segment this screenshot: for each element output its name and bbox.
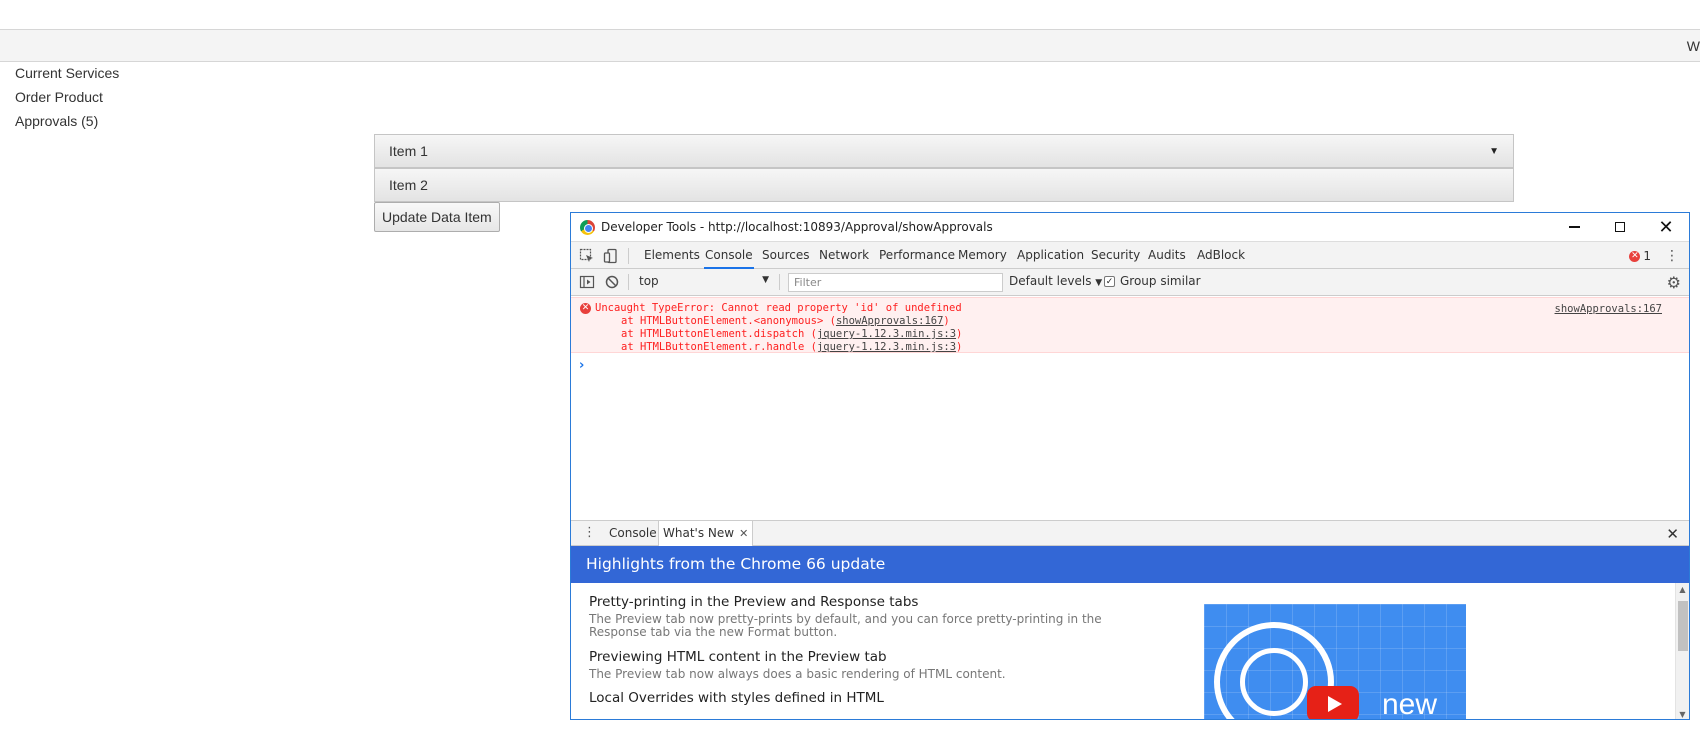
close-window-button[interactable]: ✕ xyxy=(1643,213,1689,241)
feature-item[interactable]: Pretty-printing in the Preview and Respo… xyxy=(589,594,1149,639)
stack-frame-text: at HTMLButtonElement.<anonymous> ( xyxy=(621,315,836,327)
tab-elements[interactable]: Elements xyxy=(643,242,701,269)
chevron-down-icon: ▼ xyxy=(1095,278,1103,288)
inspect-element-icon[interactable] xyxy=(579,248,595,264)
stack-frame-suffix: ) xyxy=(956,328,963,340)
toolbar-divider xyxy=(779,274,780,290)
stack-frame-suffix: ) xyxy=(943,315,950,327)
tab-application[interactable]: Application xyxy=(1016,242,1085,269)
context-selector[interactable]: top ▼ xyxy=(639,274,769,291)
context-value: top xyxy=(639,274,659,288)
group-similar-toggle[interactable]: ✓ Group similar xyxy=(1104,274,1201,288)
error-source-link[interactable]: showApprovals:167 xyxy=(1555,303,1662,315)
error-counter[interactable]: ✕ 1 xyxy=(1629,249,1651,263)
top-navbar: W xyxy=(0,29,1700,62)
nav-link-approvals[interactable]: Approvals (5) xyxy=(15,113,98,129)
group-similar-label: Group similar xyxy=(1120,274,1201,288)
chrome-logo-icon xyxy=(580,220,595,235)
video-thumbnail[interactable]: new xyxy=(1204,604,1466,720)
stack-frame: at HTMLButtonElement.r.handle (jquery-1.… xyxy=(621,341,962,354)
maximize-icon xyxy=(1615,222,1625,232)
whats-new-banner: Highlights from the Chrome 66 update xyxy=(571,546,1689,583)
device-toolbar-icon[interactable] xyxy=(603,248,619,264)
tab-memory[interactable]: Memory xyxy=(957,242,1008,269)
error-icon: ✕ xyxy=(580,303,591,314)
dropdown-arrow-icon: ▼ xyxy=(1489,145,1499,157)
drawer-tab-bar: ⋮ Console What's New ✕ ✕ xyxy=(571,520,1689,546)
chrome-ring-graphic xyxy=(1240,648,1308,716)
tab-sources[interactable]: Sources xyxy=(761,242,810,269)
drawer-menu-icon[interactable]: ⋮ xyxy=(583,525,596,540)
accordion-item-label: Item 2 xyxy=(389,177,428,193)
nav-link-current-services[interactable]: Current Services xyxy=(15,65,119,81)
clear-console-icon[interactable] xyxy=(604,274,620,290)
error-count: 1 xyxy=(1643,249,1651,263)
scrollbar-thumb[interactable] xyxy=(1678,601,1688,651)
feature-item[interactable]: Previewing HTML content in the Preview t… xyxy=(589,649,1149,681)
error-text: Uncaught TypeError: Cannot read property… xyxy=(595,302,962,314)
console-prompt-icon[interactable]: › xyxy=(579,358,584,373)
play-button-icon[interactable] xyxy=(1307,686,1359,719)
feature-title: Previewing HTML content in the Preview t… xyxy=(589,649,887,665)
stack-frame: at HTMLButtonElement.<anonymous> (showAp… xyxy=(621,315,950,328)
window-title: Developer Tools - http://localhost:10893… xyxy=(601,220,993,234)
stack-frame-link[interactable]: showApprovals:167 xyxy=(836,315,943,327)
drawer-tab-console[interactable]: Console xyxy=(605,521,661,546)
gear-icon[interactable]: ⚙ xyxy=(1667,273,1681,292)
stack-frame-suffix: ) xyxy=(956,341,963,353)
devtools-titlebar[interactable]: Developer Tools - http://localhost:10893… xyxy=(571,213,1689,241)
stack-frame-text: at HTMLButtonElement.r.handle ( xyxy=(621,341,817,353)
chevron-down-icon: ▼ xyxy=(762,275,769,285)
devtools-tab-bar: Elements Console Sources Network Perform… xyxy=(571,241,1689,269)
tab-audits[interactable]: Audits xyxy=(1147,242,1187,269)
minimize-icon xyxy=(1568,226,1580,228)
stack-frame-link[interactable]: jquery-1.12.3.min.js:3 xyxy=(817,341,956,353)
feature-title: Local Overrides with styles defined in H… xyxy=(589,690,884,706)
toolbar-divider xyxy=(628,248,629,264)
feature-title: Pretty-printing in the Preview and Respo… xyxy=(589,594,919,610)
accordion-item-label: Item 1 xyxy=(389,143,428,159)
close-drawer-icon[interactable]: ✕ xyxy=(1666,525,1679,543)
console-toolbar: top ▼ Default levels ▼ ✓ Group similar ⚙ xyxy=(571,269,1689,296)
feature-item[interactable]: Local Overrides with styles defined in H… xyxy=(589,690,1149,706)
toolbar-divider xyxy=(628,274,629,290)
tab-network[interactable]: Network xyxy=(818,242,870,269)
drawer-tab-label: What's New xyxy=(663,526,735,540)
update-data-item-button[interactable]: Update Data Item xyxy=(374,202,500,232)
close-icon: ✕ xyxy=(1658,216,1674,238)
error-icon: ✕ xyxy=(1629,250,1641,262)
stack-frame: at HTMLButtonElement.dispatch (jquery-1.… xyxy=(621,328,962,341)
close-tab-icon[interactable]: ✕ xyxy=(739,527,748,540)
feature-description: The Preview tab now always does a basic … xyxy=(589,667,1006,681)
filter-input[interactable] xyxy=(788,273,1003,292)
tab-performance[interactable]: Performance xyxy=(878,242,956,269)
accordion-item-2[interactable]: Item 2 xyxy=(374,168,1514,202)
stack-frame-text: at HTMLButtonElement.dispatch ( xyxy=(621,328,817,340)
console-output[interactable]: ✕ Uncaught TypeError: Cannot read proper… xyxy=(571,297,1689,511)
accordion-item-1[interactable]: Item 1 ▼ xyxy=(374,134,1514,168)
scroll-up-icon[interactable]: ▲ xyxy=(1676,585,1689,594)
console-error-message: ✕ Uncaught TypeError: Cannot read proper… xyxy=(571,297,1689,353)
maximize-button[interactable] xyxy=(1597,213,1643,241)
sidebar-toggle-icon[interactable] xyxy=(579,274,595,290)
stack-frame-link[interactable]: jquery-1.12.3.min.js:3 xyxy=(817,328,956,340)
scroll-down-icon[interactable]: ▼ xyxy=(1676,710,1689,719)
tab-security[interactable]: Security xyxy=(1090,242,1141,269)
navbar-clipped-text: W xyxy=(1686,38,1700,54)
nav-link-order-product[interactable]: Order Product xyxy=(15,89,103,105)
log-levels-label: Default levels xyxy=(1009,274,1092,288)
feature-description: The Preview tab now pretty-prints by def… xyxy=(589,612,1102,639)
checkbox-checked-icon[interactable]: ✓ xyxy=(1104,275,1115,287)
minimize-button[interactable] xyxy=(1551,213,1597,241)
accordion: Item 1 ▼ Item 2 xyxy=(374,134,1514,202)
drawer-tab-whats-new[interactable]: What's New ✕ xyxy=(658,521,754,546)
whats-new-content[interactable]: Pretty-printing in the Preview and Respo… xyxy=(571,583,1689,720)
tab-adblock[interactable]: AdBlock xyxy=(1196,242,1246,269)
vertical-scrollbar[interactable]: ▲ ▼ xyxy=(1675,583,1689,719)
tab-console[interactable]: Console xyxy=(704,242,754,269)
video-caption: new xyxy=(1382,688,1438,720)
log-levels-dropdown[interactable]: Default levels ▼ xyxy=(1009,274,1102,288)
devtools-window: Developer Tools - http://localhost:10893… xyxy=(570,212,1690,720)
more-options-icon[interactable]: ⋮ xyxy=(1665,248,1679,264)
